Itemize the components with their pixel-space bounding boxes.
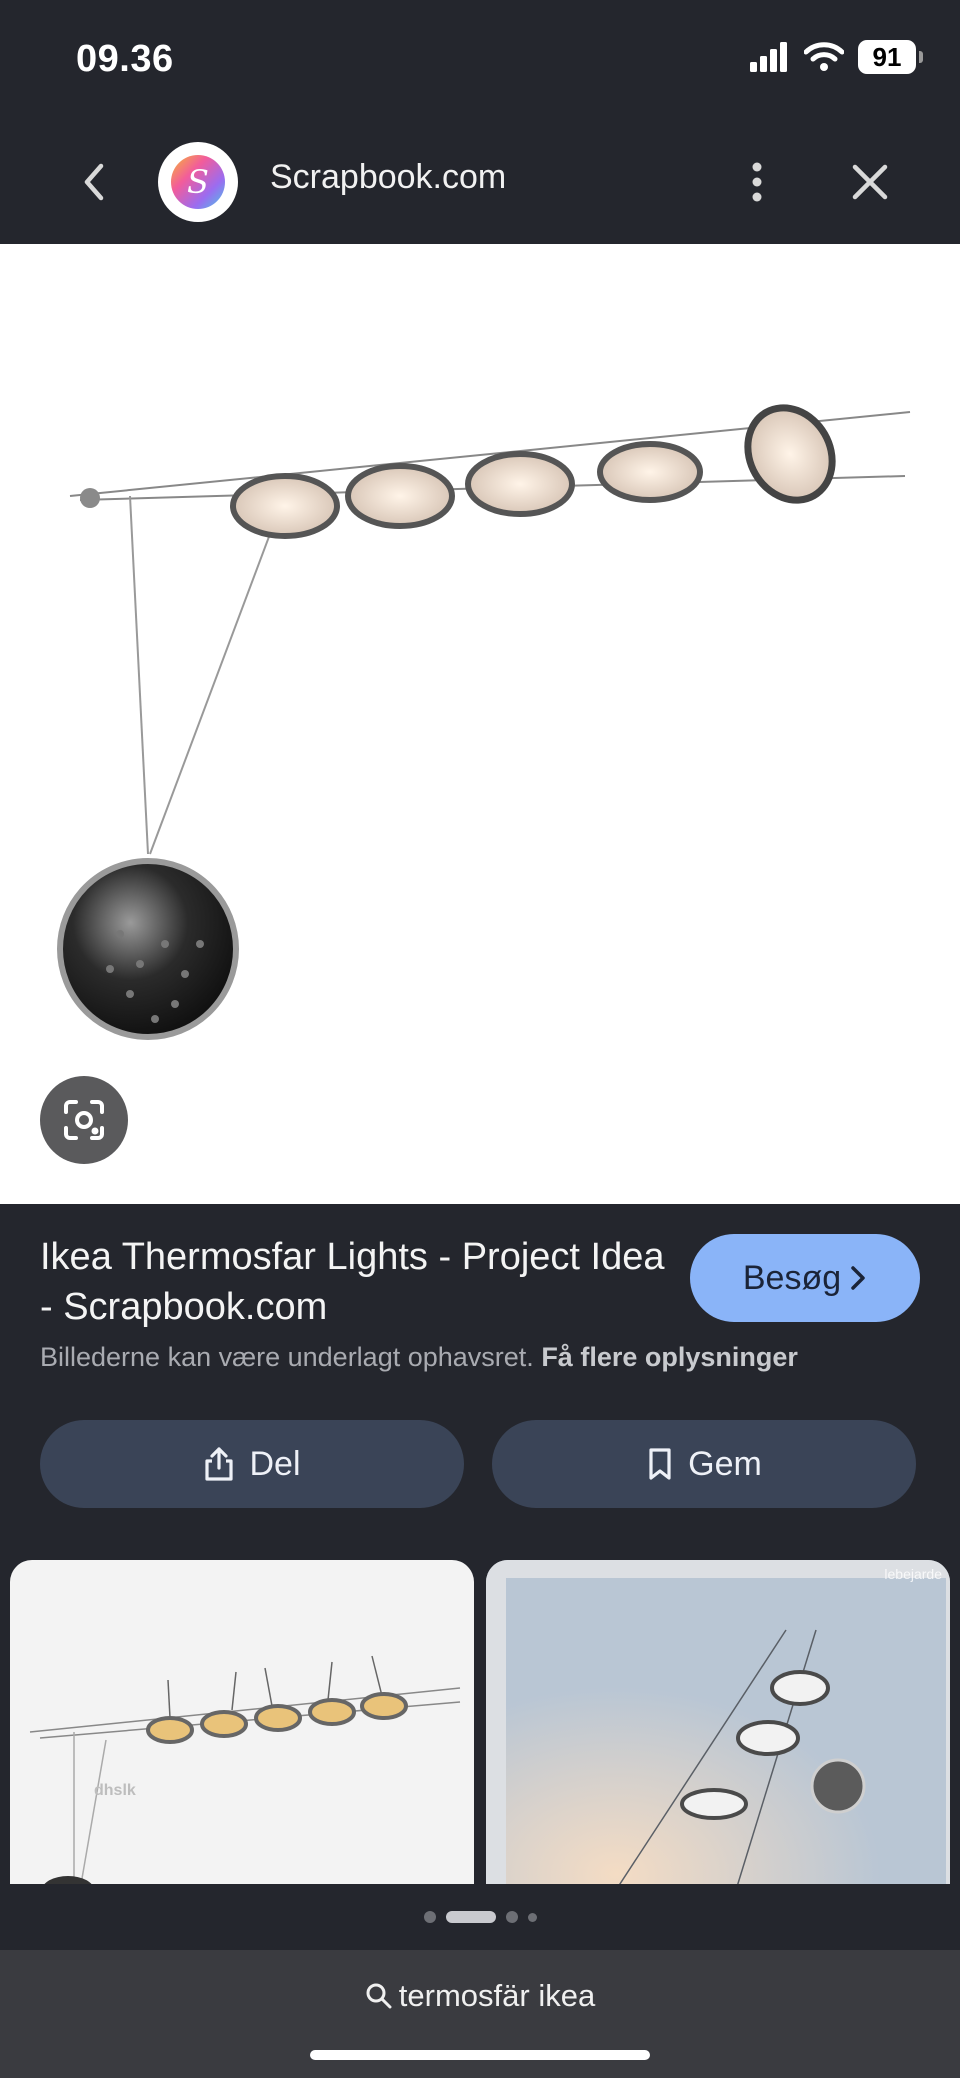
- google-lens-button[interactable]: [40, 1076, 128, 1164]
- close-icon: [852, 164, 888, 200]
- more-vertical-icon: [752, 162, 762, 202]
- product-image: [57, 404, 911, 1040]
- visit-button[interactable]: Besøg: [690, 1234, 920, 1322]
- thumbnail-image: [29, 1655, 461, 1890]
- search-bar[interactable]: termosfär ikea: [0, 1950, 960, 2078]
- result-title[interactable]: Ikea Thermosfar Lights - Project Idea - …: [40, 1232, 680, 1332]
- share-label: Del: [249, 1444, 301, 1483]
- chevron-left-icon: [84, 163, 104, 201]
- status-icons: 91: [750, 40, 923, 74]
- back-button[interactable]: [70, 158, 118, 206]
- pager-dot[interactable]: [505, 1911, 518, 1923]
- save-button[interactable]: Gem: [492, 1420, 916, 1508]
- site-favicon[interactable]: S: [158, 142, 238, 222]
- cellular-signal-icon: [750, 42, 787, 72]
- wifi-icon: [804, 42, 844, 71]
- search-icon: [366, 1983, 392, 2009]
- copyright-text: Billederne kan være underlagt ophavsret.: [40, 1342, 534, 1372]
- battery-indicator: 91: [858, 40, 923, 74]
- share-icon: [205, 1447, 234, 1481]
- copyright-notice: Billederne kan være underlagt ophavsret.…: [40, 1342, 798, 1373]
- chevron-right-icon: [851, 1266, 865, 1290]
- viewer-top-bar: S Scrapbook.com: [0, 120, 960, 244]
- watermark-text: dhslk: [94, 1782, 136, 1799]
- more-info-link[interactable]: Få flere oplysninger: [541, 1342, 798, 1372]
- home-indicator[interactable]: [310, 2050, 650, 2060]
- visit-label: Besøg: [742, 1258, 842, 1297]
- pager-dot[interactable]: [527, 1912, 537, 1922]
- related-image-1[interactable]: dhslk: [10, 1560, 474, 1890]
- scrapbook-logo-icon: S: [171, 155, 225, 209]
- save-label: Gem: [688, 1444, 762, 1483]
- status-bar: 09.36 91: [0, 0, 960, 120]
- pager-dot-active[interactable]: [445, 1911, 496, 1923]
- status-time: 09.36: [76, 38, 174, 80]
- watermark-text: lebejarde: [884, 1566, 942, 1582]
- pager-dot[interactable]: [423, 1911, 436, 1923]
- pager-dots: [0, 1884, 960, 1950]
- lens-icon: [64, 1100, 104, 1140]
- close-button[interactable]: [846, 158, 894, 206]
- search-query[interactable]: termosfär ikea: [0, 1978, 960, 2014]
- more-options-button[interactable]: [733, 158, 781, 206]
- search-query-text: termosfär ikea: [398, 1978, 596, 2013]
- bookmark-icon: [649, 1448, 671, 1480]
- related-image-2[interactable]: lebejarde: [486, 1560, 950, 1890]
- main-image[interactable]: [0, 244, 960, 1204]
- result-info-panel: Ikea Thermosfar Lights - Project Idea - …: [0, 1204, 960, 1890]
- thumbnail-image: [486, 1560, 950, 1890]
- share-button[interactable]: Del: [40, 1420, 464, 1508]
- site-name: Scrapbook.com: [270, 158, 507, 196]
- svg-text:S: S: [187, 163, 209, 201]
